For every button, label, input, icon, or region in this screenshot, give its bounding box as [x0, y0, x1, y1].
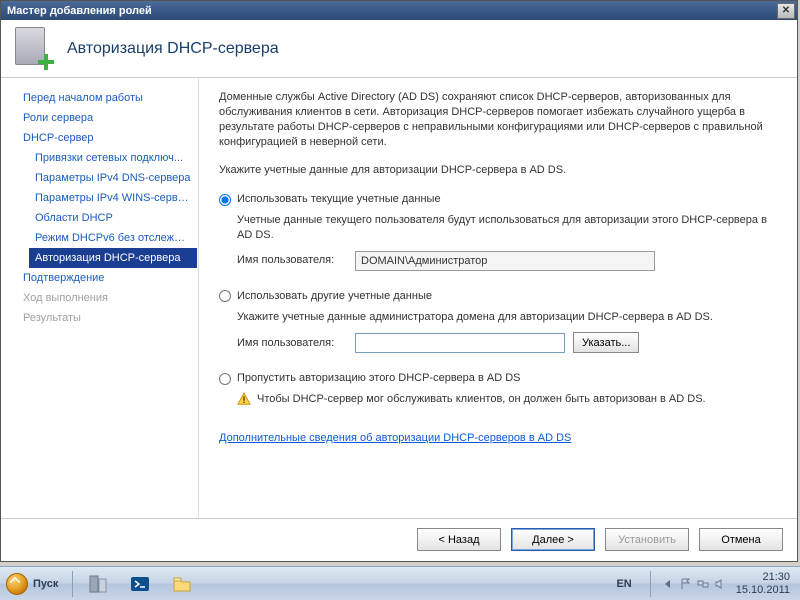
other-explain: Укажите учетные данные администратора до… [237, 310, 777, 325]
warning-icon [237, 392, 251, 406]
tray-separator [650, 571, 651, 597]
warning-text: Чтобы DHCP-сервер мог обслуживать клиент… [257, 392, 706, 407]
taskbar-clock[interactable]: 21:30 15.10.2011 [736, 571, 790, 596]
tray-icons[interactable] [680, 578, 726, 590]
sidebar-item-8[interactable]: Авторизация DHCP-сервера [29, 248, 197, 268]
sidebar-item-5[interactable]: Параметры IPv4 WINS-сервера [29, 188, 197, 208]
wizard-dialog: Мастер добавления ролей ✕ Авторизация DH… [0, 0, 798, 562]
other-user-label: Имя пользователя: [237, 336, 347, 351]
page-title: Авторизация DHCP-сервера [67, 40, 279, 58]
titlebar[interactable]: Мастер добавления ролей ✕ [1, 1, 797, 20]
volume-icon [714, 578, 726, 590]
wizard-footer: < Назад Далее > Установить Отмена [1, 518, 797, 560]
taskbar-app-explorer[interactable] [161, 569, 203, 599]
more-info-link[interactable]: Дополнительные сведения об авторизации D… [219, 431, 571, 446]
radio-skip-auth[interactable] [219, 373, 231, 385]
intro-paragraph: Доменные службы Active Directory (AD DS)… [219, 90, 777, 149]
option-skip-auth: Пропустить авторизацию этого DHCP-сервер… [219, 371, 777, 407]
wizard-header: Авторизация DHCP-сервера [1, 20, 797, 78]
taskbar-app-powershell[interactable] [119, 569, 161, 599]
sidebar-item-9[interactable]: Подтверждение [17, 268, 197, 288]
current-explain: Учетные данные текущего пользователя буд… [237, 213, 777, 243]
taskbar[interactable]: Пуск EN 21:30 15.10.2011 [0, 566, 800, 600]
install-button[interactable]: Установить [605, 528, 689, 551]
current-user-value: DOMAIN\Администратор [355, 251, 655, 271]
start-button[interactable]: Пуск [0, 569, 68, 599]
sidebar-item-10: Ход выполнения [17, 288, 197, 308]
sidebar-item-0[interactable]: Перед началом работы [17, 88, 197, 108]
sidebar-item-11: Результаты [17, 308, 197, 328]
flag-icon [680, 578, 692, 590]
start-orb-icon [6, 573, 28, 595]
cancel-button[interactable]: Отмена [699, 528, 783, 551]
sidebar-item-7[interactable]: Режим DHCPv6 без отслежив... [29, 228, 197, 248]
tray-expand-icon[interactable] [665, 580, 670, 588]
server-add-icon [15, 27, 53, 71]
sidebar-item-2[interactable]: DHCP-сервер [17, 128, 197, 148]
taskbar-separator [72, 571, 73, 597]
sidebar-item-3[interactable]: Привязки сетевых подключ... [29, 148, 197, 168]
back-button[interactable]: < Назад [417, 528, 501, 551]
next-button[interactable]: Далее > [511, 528, 595, 551]
clock-time: 21:30 [736, 571, 790, 584]
sidebar-item-1[interactable]: Роли сервера [17, 108, 197, 128]
current-user-label: Имя пользователя: [237, 253, 347, 268]
radio-other-label: Использовать другие учетные данные [237, 289, 432, 304]
taskbar-app-server-manager[interactable] [77, 569, 119, 599]
network-icon [697, 578, 709, 590]
radio-current-label: Использовать текущие учетные данные [237, 192, 441, 207]
option-current-credentials: Использовать текущие учетные данные Учет… [219, 192, 777, 271]
wizard-content: Доменные службы Active Directory (AD DS)… [199, 78, 797, 518]
option-other-credentials: Использовать другие учетные данные Укажи… [219, 289, 777, 354]
radio-skip-label: Пропустить авторизацию этого DHCP-сервер… [237, 371, 520, 386]
window-title: Мастер добавления ролей [7, 5, 777, 17]
close-button[interactable]: ✕ [777, 3, 795, 19]
sidebar-item-6[interactable]: Области DHCP [29, 208, 197, 228]
system-tray: EN 21:30 15.10.2011 [612, 567, 800, 600]
radio-current-credentials[interactable] [219, 194, 231, 206]
wizard-sidebar: Перед началом работыРоли сервераDHCP-сер… [1, 78, 199, 518]
language-indicator[interactable]: EN [612, 575, 635, 593]
other-user-input[interactable] [355, 333, 565, 353]
prompt-text: Укажите учетные данные для авторизации D… [219, 163, 777, 178]
radio-other-credentials[interactable] [219, 290, 231, 302]
browse-button[interactable]: Указать... [573, 332, 639, 353]
clock-date: 15.10.2011 [736, 584, 790, 597]
sidebar-item-4[interactable]: Параметры IPv4 DNS-сервера [29, 168, 197, 188]
start-label: Пуск [33, 578, 58, 590]
